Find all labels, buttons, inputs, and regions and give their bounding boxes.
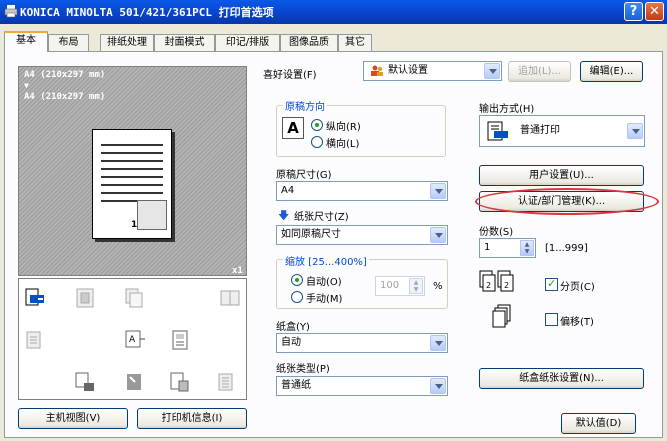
favorites-value: 默认设置	[388, 65, 428, 76]
chevron-down-icon[interactable]	[430, 378, 446, 394]
chevron-down-icon[interactable]	[484, 63, 500, 79]
original-size-label: 原稿尺寸(G)	[276, 170, 332, 181]
zoom-spinner[interactable]: 100 ▲ ▼	[375, 276, 425, 296]
tab-layout[interactable]: 布局	[48, 34, 89, 51]
landscape-label[interactable]: 横向(L)	[326, 135, 359, 150]
staple-icon	[127, 374, 141, 390]
portrait-label[interactable]: 纵向(R)	[326, 118, 361, 133]
original-size-value: A4	[281, 185, 295, 196]
paper-tray-select[interactable]: 自动	[276, 333, 448, 353]
copies-value: 1	[484, 242, 491, 253]
document-icon	[172, 330, 188, 350]
copies-spinner[interactable]: 1 ▲ ▼	[479, 238, 536, 258]
collate-icon: 22	[479, 270, 514, 292]
tab-finishing[interactable]: 排纸处理	[100, 34, 154, 51]
paper-tray-label: 纸盒(Y)	[276, 322, 310, 333]
zoom-title: 缩放 [25...400%]	[283, 253, 369, 268]
offset-icon	[492, 304, 511, 328]
booklet-icon	[76, 288, 94, 308]
chevron-down-icon[interactable]	[430, 335, 446, 351]
landscape-radio[interactable]	[311, 136, 323, 148]
duplex-icon	[26, 331, 41, 349]
paper-type-label: 纸张类型(P)	[276, 364, 330, 375]
stacked-pages-icon	[125, 288, 143, 308]
tab-image-quality[interactable]: 图像品质	[280, 34, 338, 51]
copies-label: 份数(S)	[479, 227, 514, 238]
user-box-icon	[75, 372, 94, 391]
chevron-down-icon[interactable]	[627, 123, 643, 139]
spinner-arrows-icon[interactable]: ▲ ▼	[520, 240, 534, 256]
paper-size-readout: A4 (210x297 mm)	[24, 92, 106, 102]
auth-department-button[interactable]: 认证/部门管理(K)...	[479, 191, 644, 212]
zoom-unit: %	[433, 281, 443, 292]
tab-stamp-composition[interactable]: 印记/排版	[215, 34, 280, 51]
pages-trash-icon	[170, 372, 189, 392]
collate-label[interactable]: 分页(C)	[560, 278, 595, 293]
fold-icon	[220, 290, 240, 306]
favorites-select[interactable]: 默认设置	[363, 61, 502, 81]
add-favorite-button[interactable]: 追加(L)...	[508, 61, 571, 82]
output-method-label: 输出方式(H)	[479, 104, 535, 115]
users-icon	[371, 65, 383, 76]
zoom-auto-label[interactable]: 自动(O)	[306, 273, 342, 288]
tab-basic[interactable]: 基本	[4, 31, 48, 52]
favorites-label: 喜好设置(F)	[263, 70, 317, 81]
edit-favorite-button[interactable]: 编辑(E)...	[580, 61, 643, 82]
printer-icon	[4, 5, 18, 18]
paper-size-value: 如同原稿尺寸	[281, 229, 341, 240]
copies-range: [1...999]	[545, 243, 588, 254]
print-output-icon	[487, 121, 508, 141]
original-size-readout: A4 (210x297 mm)	[24, 70, 106, 80]
svg-text:2: 2	[504, 281, 509, 290]
arrow-down-icon: 🡇	[278, 209, 290, 222]
offset-checkbox[interactable]	[545, 313, 558, 326]
svg-text:2: 2	[486, 281, 491, 290]
spinner-arrows-icon[interactable]: ▲ ▼	[409, 278, 423, 294]
collate-checkbox[interactable]	[545, 277, 558, 291]
print-output-icon	[25, 288, 44, 306]
svg-text:A: A	[129, 335, 136, 345]
page-number: 1	[131, 220, 138, 230]
thumbnail-page	[137, 200, 167, 230]
chevron-down-icon[interactable]	[430, 227, 446, 243]
chevron-down-icon[interactable]	[430, 183, 446, 199]
tab-cover-mode[interactable]: 封面模式	[154, 34, 215, 51]
zoom-manual-label[interactable]: 手动(M)	[306, 290, 342, 305]
help-button[interactable]: ?	[624, 2, 643, 21]
user-settings-button[interactable]: 用户设置(U)...	[479, 165, 644, 186]
tray-paper-settings-button[interactable]: 纸盒纸张设置(N)...	[479, 368, 644, 389]
orientation-title: 原稿方向	[283, 98, 327, 113]
copies-marker: x1	[232, 266, 243, 276]
output-method-select[interactable]: 普通打印	[479, 115, 645, 147]
original-size-select[interactable]: A4	[276, 181, 448, 201]
paper-type-select[interactable]: 普通纸	[276, 376, 448, 396]
function-icon-grid: A	[18, 278, 247, 400]
zoom-value: 100	[380, 280, 400, 291]
paper-type-value: 普通纸	[281, 380, 311, 391]
paper-size-label: 纸张尺寸(Z)	[294, 212, 349, 223]
window-title: KONICA MINOLTA 501/421/361PCL 打印首选项	[20, 6, 274, 19]
output-method-value: 普通打印	[520, 125, 560, 136]
printer-info-button[interactable]: 打印机信息(I)	[137, 408, 247, 429]
paper-tray-value: 自动	[281, 337, 301, 348]
portrait-preview-icon: A	[282, 117, 304, 139]
tab-other[interactable]: 其它	[338, 34, 372, 51]
default-button[interactable]: 默认值(D)	[561, 413, 636, 434]
preview-page: 1	[92, 129, 172, 239]
close-button[interactable]: ✕	[645, 2, 664, 21]
host-view-button[interactable]: 主机视图(V)	[18, 408, 128, 429]
zoom-auto-radio[interactable]	[291, 274, 303, 286]
portrait-radio[interactable]	[311, 119, 323, 131]
stack-icon	[218, 373, 233, 391]
down-arrow-icon: ▼	[24, 81, 29, 90]
offset-label[interactable]: 偏移(T)	[560, 313, 594, 328]
zoom-manual-radio[interactable]	[291, 291, 303, 303]
n-up-icon: A	[125, 330, 145, 348]
paper-size-select[interactable]: 如同原稿尺寸	[276, 225, 448, 245]
